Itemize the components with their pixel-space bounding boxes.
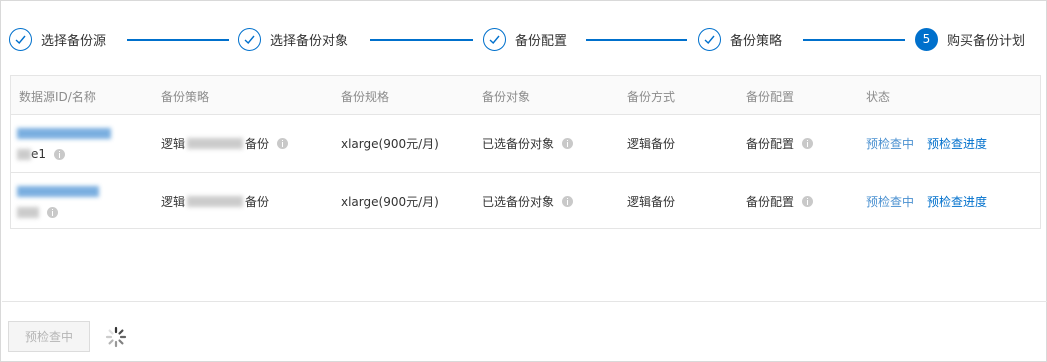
redacted-policy xyxy=(187,138,244,149)
table-row: e1 逻辑 备份 xlarge(900元/月) 已选备份对象 逻辑备份 备份配置 xyxy=(11,114,1040,173)
step-number: 5 xyxy=(915,27,938,51)
check-icon xyxy=(698,27,721,51)
step-select-source: 选择备份源 xyxy=(9,25,106,53)
status-cell: 预检查中 预检查进度 xyxy=(866,135,987,152)
spec-cell: xlarge(900元/月) xyxy=(341,195,439,209)
column-header: 备份配置 xyxy=(746,90,795,104)
source-cell: e1 xyxy=(17,126,111,164)
spec-cell: xlarge(900元/月) xyxy=(341,137,439,151)
policy-prefix: 逻辑 xyxy=(161,195,186,209)
check-icon xyxy=(9,27,32,51)
redacted-id xyxy=(17,127,111,139)
precheck-progress-link[interactable]: 预检查进度 xyxy=(927,135,987,152)
column-header: 状态 xyxy=(866,90,891,104)
source-name-suffix: e1 xyxy=(31,147,47,161)
loading-spinner-icon xyxy=(105,326,127,348)
footer-divider xyxy=(2,301,1047,302)
step-label: 备份配置 xyxy=(515,33,568,49)
table-header: 数据源ID/名称 备份策略 备份规格 备份对象 备份方式 备份配置 状态 xyxy=(11,76,1040,115)
source-id-link[interactable] xyxy=(17,126,111,140)
step-backup-policy: 备份策略 xyxy=(698,25,782,53)
redacted-name xyxy=(17,148,31,160)
wizard-steps: 选择备份源 选择备份对象 备份配置 备份策略 5 购买备份计划 xyxy=(9,25,1041,53)
config-cell: 备份配置 xyxy=(746,135,814,152)
policy-suffix: 备份 xyxy=(245,195,270,209)
policy-cell: 逻辑 备份 xyxy=(161,193,269,210)
table-row: 逻辑 备份 xlarge(900元/月) 已选备份对象 逻辑备份 备份配置 预检… xyxy=(11,172,1040,230)
precheck-status-link[interactable]: 预检查中 xyxy=(866,193,914,210)
info-icon[interactable] xyxy=(54,148,66,160)
column-header: 备份方式 xyxy=(627,90,676,104)
column-header: 备份对象 xyxy=(482,90,531,104)
step-select-objects: 选择备份对象 xyxy=(238,25,348,53)
info-icon[interactable] xyxy=(562,196,574,207)
info-icon[interactable] xyxy=(47,206,58,218)
source-name: e1 xyxy=(17,144,66,164)
step-connector xyxy=(586,39,687,41)
policy-cell: 逻辑 备份 xyxy=(161,135,289,152)
method-cell: 逻辑备份 xyxy=(627,195,676,209)
column-header: 备份规格 xyxy=(341,90,390,104)
step-purchase-plan: 5 购买备份计划 xyxy=(915,25,1025,53)
step-label: 选择备份源 xyxy=(41,33,107,49)
object-cell: 已选备份对象 xyxy=(482,193,574,210)
info-icon[interactable] xyxy=(802,138,814,149)
redacted-policy xyxy=(187,196,244,207)
method-cell: 逻辑备份 xyxy=(627,137,676,151)
object-cell: 已选备份对象 xyxy=(482,135,574,152)
step-label: 购买备份计划 xyxy=(947,33,1026,49)
config-text: 备份配置 xyxy=(746,137,795,151)
info-icon[interactable] xyxy=(562,138,574,149)
column-header: 数据源ID/名称 xyxy=(19,90,96,104)
check-icon xyxy=(483,27,506,51)
policy-suffix: 备份 xyxy=(245,137,270,151)
redacted-id xyxy=(17,185,99,197)
config-cell: 备份配置 xyxy=(746,193,814,210)
source-name xyxy=(17,202,58,222)
precheck-button[interactable]: 预检查中 xyxy=(8,321,90,352)
source-cell xyxy=(17,184,99,222)
step-label: 选择备份对象 xyxy=(270,33,349,49)
source-id-link[interactable] xyxy=(17,184,99,198)
object-text: 已选备份对象 xyxy=(482,195,555,209)
check-icon xyxy=(238,27,261,51)
object-text: 已选备份对象 xyxy=(482,137,555,151)
policy-prefix: 逻辑 xyxy=(161,137,186,151)
status-cell: 预检查中 预检查进度 xyxy=(866,193,987,210)
step-backup-config: 备份配置 xyxy=(483,25,567,53)
step-connector xyxy=(127,39,229,41)
column-header: 备份策略 xyxy=(161,90,210,104)
info-icon[interactable] xyxy=(802,196,814,207)
config-text: 备份配置 xyxy=(746,195,795,209)
step-connector xyxy=(370,39,473,41)
precheck-progress-link[interactable]: 预检查进度 xyxy=(927,193,987,210)
step-connector xyxy=(803,39,905,41)
backup-table: 数据源ID/名称 备份策略 备份规格 备份对象 备份方式 备份配置 状态 e1 xyxy=(10,75,1041,229)
info-icon[interactable] xyxy=(277,138,289,149)
redacted-name xyxy=(17,206,39,218)
wizard-panel: 选择备份源 选择备份对象 备份配置 备份策略 5 购买备份计划 数据源ID/名称… xyxy=(0,0,1047,362)
step-label: 备份策略 xyxy=(730,33,783,49)
precheck-status-link[interactable]: 预检查中 xyxy=(866,135,914,152)
